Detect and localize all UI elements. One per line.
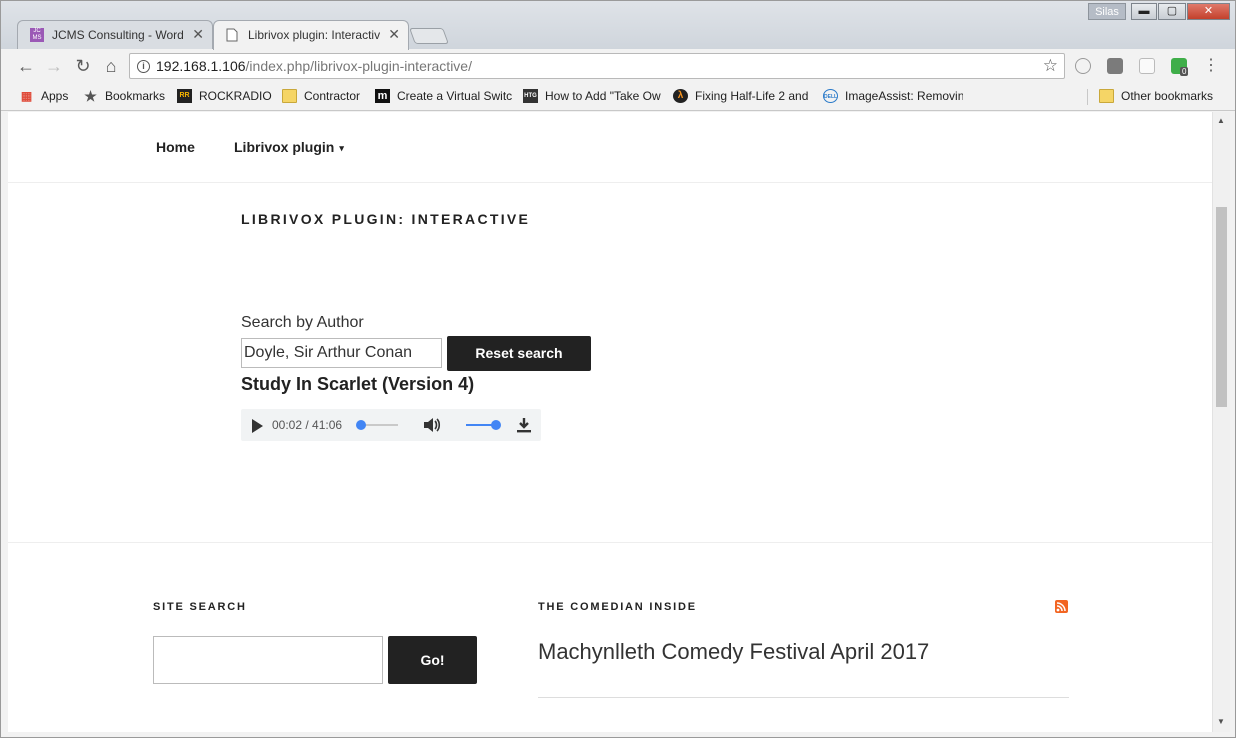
site-search-heading: SITE SEARCH [153, 601, 247, 613]
comedian-inside-heading: THE COMEDIAN INSIDE [538, 601, 697, 613]
tab-librivox-plugin[interactable]: Librivox plugin: Interactiv ✕ [213, 20, 409, 50]
chevron-down-icon: ▾ [339, 143, 344, 153]
bookmarks-divider [1087, 89, 1088, 105]
audio-time: 00:02 / 41:06 [272, 418, 343, 432]
other-bookmarks[interactable]: Other bookmarks [1099, 89, 1219, 105]
audio-player: 00:02 / 41:06 [241, 409, 541, 441]
url-host: 192.168.1.106 [156, 58, 246, 74]
bookmark-label: Create a Virtual Switc [397, 89, 513, 103]
search-by-author-label: Search by Author [241, 314, 364, 331]
volume-icon[interactable] [422, 416, 442, 434]
new-tab-button[interactable] [409, 28, 449, 44]
other-bookmarks-label: Other bookmarks [1121, 89, 1214, 103]
scrollbar-thumb[interactable] [1216, 207, 1227, 407]
rss-icon[interactable] [1055, 600, 1068, 613]
home-icon[interactable]: ⌂ [100, 55, 122, 77]
profile-button[interactable]: Silas [1088, 3, 1126, 20]
bookmarks-bar: ▦ Apps ★ Bookmarks RR ROCKRADIO Contract… [1, 83, 1235, 111]
bookmark-rockradio[interactable]: RR ROCKRADIO [177, 89, 277, 105]
nav-librivox-label: Librivox plugin [234, 139, 335, 155]
minimize-button[interactable]: ▬ [1131, 3, 1157, 20]
page-title: LIBRIVOX PLUGIN: INTERACTIVE [241, 211, 531, 227]
url-path: /index.php/librivox-plugin-interactive/ [245, 58, 472, 74]
go-button[interactable]: Go! [388, 636, 477, 684]
htg-icon: HTG [523, 89, 538, 103]
bookmark-label: How to Add "Take Ow [545, 89, 661, 103]
bookmark-star-icon[interactable]: ☆ [1043, 54, 1058, 78]
volume-knob[interactable] [491, 420, 501, 430]
page-content: Home Librivox plugin ▾ LIBRIVOX PLUGIN: I… [8, 112, 1212, 732]
bookmark-imageassist[interactable]: DELL ImageAssist: Removin [823, 89, 963, 105]
rockradio-icon: RR [177, 89, 192, 103]
extension-badge-count: 0 [1180, 67, 1189, 76]
scroll-up-arrow-icon[interactable]: ▲ [1217, 116, 1225, 125]
site-footer: SITE SEARCH Go! THE COMEDIAN INSIDE Mach… [8, 542, 1212, 732]
bookmark-label: Contractor [304, 89, 361, 103]
bookmark-label: ImageAssist: Removin [845, 89, 963, 103]
address-bar[interactable]: i 192.168.1.106/index.php/librivox-plugi… [129, 53, 1065, 79]
divider [538, 697, 1069, 698]
author-search-input[interactable] [241, 338, 442, 368]
festival-post-link[interactable]: Machynlleth Comedy Festival April 2017 [538, 639, 929, 665]
scroll-down-arrow-icon[interactable]: ▼ [1217, 717, 1225, 726]
folder-icon [282, 89, 297, 103]
bookmark-half-life[interactable]: λ Fixing Half-Life 2 and [673, 89, 811, 105]
bookmark-label: Fixing Half-Life 2 and [695, 89, 809, 103]
jcms-favicon-icon: JC MS [30, 28, 44, 42]
nav-home-link[interactable]: Home [156, 139, 195, 155]
audio-progress-slider[interactable] [356, 420, 398, 430]
extension-cube-icon[interactable] [1075, 58, 1091, 74]
download-icon[interactable] [515, 416, 533, 434]
book-title: Study In Scarlet (Version 4) [241, 374, 475, 394]
forward-arrow-icon[interactable]: → [43, 55, 65, 77]
tab-label: Librivox plugin: Interactiv [248, 28, 380, 42]
volume-slider[interactable] [466, 420, 501, 430]
close-icon[interactable]: ✕ [192, 26, 204, 43]
bookmark-take-ownership[interactable]: HTG How to Add "Take Ow [523, 89, 663, 105]
bookmark-bookmarks[interactable]: ★ Bookmarks [83, 89, 173, 105]
bookmark-virtual-switch[interactable]: m Create a Virtual Switc [375, 89, 513, 105]
extension-badge-icon[interactable]: 0 [1171, 58, 1189, 76]
bookmark-apps[interactable]: ▦ Apps [19, 89, 79, 105]
play-icon[interactable] [252, 419, 263, 433]
bookmark-label: Bookmarks [105, 89, 166, 103]
browser-window: JC MS JCMS Consulting - Word ✕ Librivox p… [0, 0, 1236, 738]
dell-icon: DELL [823, 89, 838, 103]
menu-dots-icon[interactable]: ⋮ [1200, 55, 1222, 77]
bookmark-contractor[interactable]: Contractor [282, 89, 368, 105]
reset-search-button[interactable]: Reset search [447, 336, 591, 371]
browser-toolbar: ← → ↻ ⌂ i 192.168.1.106/index.php/libriv… [1, 49, 1235, 83]
title-bar: JC MS JCMS Consulting - Word ✕ Librivox p… [1, 1, 1235, 50]
back-arrow-icon[interactable]: ← [15, 55, 37, 77]
info-icon[interactable]: i [137, 60, 150, 73]
reload-icon[interactable]: ↻ [72, 55, 94, 77]
extension-pdf-icon[interactable] [1139, 58, 1155, 74]
folder-icon [1099, 89, 1114, 103]
extension-note-icon[interactable] [1107, 58, 1123, 74]
nav-librivox-plugin-link[interactable]: Librivox plugin ▾ [234, 139, 344, 155]
close-icon[interactable]: ✕ [388, 26, 400, 43]
site-search-input[interactable] [153, 636, 383, 684]
m-logo-icon: m [375, 89, 390, 103]
apps-grid-icon: ▦ [20, 89, 33, 103]
window-close-button[interactable]: ✕ [1187, 3, 1230, 20]
page-favicon-icon [226, 28, 240, 42]
audio-progress-knob[interactable] [356, 420, 367, 430]
tab-jcms-consulting[interactable]: JC MS JCMS Consulting - Word ✕ [17, 20, 213, 50]
bookmark-label: ROCKRADIO [199, 89, 272, 103]
page-scrollbar[interactable]: ▲ ▼ [1212, 112, 1230, 732]
bookmark-label: Apps [41, 89, 69, 103]
site-navigation: Home Librivox plugin ▾ [8, 112, 1212, 183]
tab-label: JCMS Consulting - Word [52, 28, 184, 42]
maximize-button[interactable]: ▢ [1158, 3, 1186, 20]
lambda-icon: λ [673, 89, 688, 103]
star-icon: ★ [84, 89, 97, 104]
